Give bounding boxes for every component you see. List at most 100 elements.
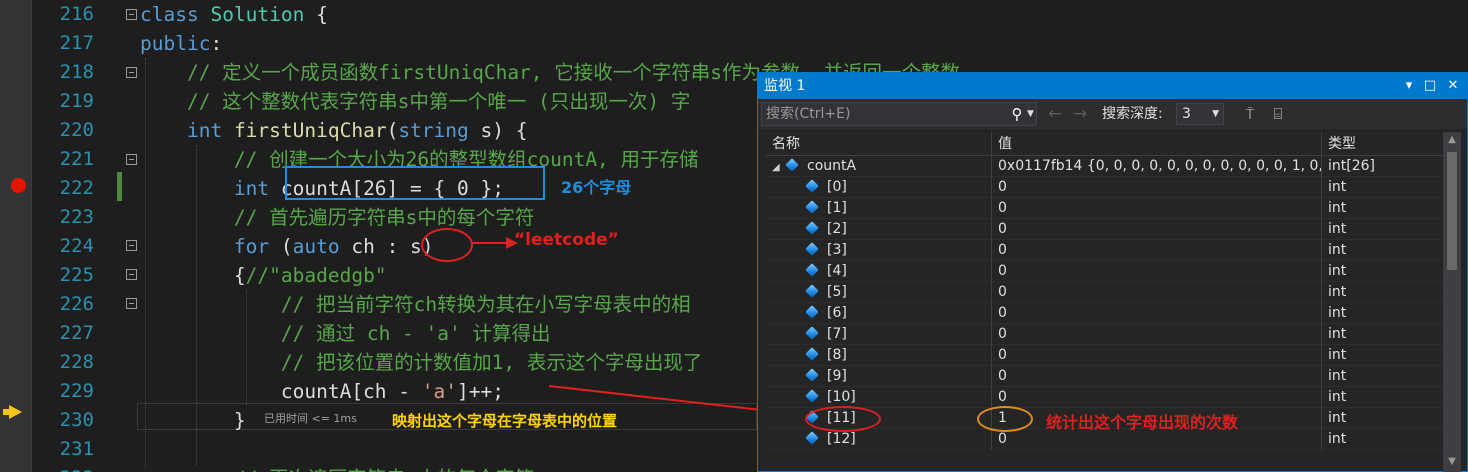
watch-value-cell[interactable]: 0 xyxy=(991,387,1321,408)
watch-name-cell[interactable]: [6] xyxy=(766,303,991,324)
code-text: for (auto ch : s) xyxy=(140,232,434,261)
s-circle-annotation xyxy=(421,228,473,262)
variable-icon xyxy=(805,200,819,214)
code-text: } xyxy=(140,406,246,435)
watch-type-cell: int xyxy=(1321,387,1443,408)
watch-type-cell: int xyxy=(1321,282,1443,303)
watch-value-cell[interactable]: 0 xyxy=(991,240,1321,261)
watch-row[interactable]: [7] 0 int xyxy=(766,324,1443,345)
watch-name-cell[interactable]: [3] xyxy=(766,240,991,261)
line-number: 227 xyxy=(59,322,94,344)
fold-toggle-icon[interactable] xyxy=(126,154,137,165)
watch-row[interactable]: [1] 0 int xyxy=(766,198,1443,219)
column-header-value[interactable]: 值 xyxy=(991,132,1321,156)
watch-row[interactable]: [10] 0 int xyxy=(766,387,1443,408)
expand-icon[interactable]: ◢ xyxy=(772,157,786,177)
fold-toggle-icon[interactable] xyxy=(126,298,137,309)
code-token: int xyxy=(186,119,234,142)
tab-icon[interactable]: ⌸ xyxy=(1268,104,1288,124)
watch-type-cell: int xyxy=(1321,177,1443,198)
watch-row[interactable]: [5] 0 int xyxy=(766,282,1443,303)
code-token: public xyxy=(140,32,211,55)
maximize-icon[interactable]: □ xyxy=(1419,73,1441,99)
watch-name-cell[interactable]: [5] xyxy=(766,282,991,303)
variable-icon xyxy=(805,431,819,445)
watch-row[interactable]: ◢ countA 0x0117fb14 {0, 0, 0, 0, 0, 0, 0, … xyxy=(766,156,1443,177)
code-text: countA[ch - 'a']++; xyxy=(140,377,504,406)
watch-value-cell[interactable]: 0 xyxy=(991,282,1321,303)
code-text: public: xyxy=(140,29,222,58)
code-token: class xyxy=(140,3,211,26)
line-number: 223 xyxy=(59,206,94,228)
watch-value-cell[interactable]: 0 xyxy=(991,366,1321,387)
watch-value-cell[interactable]: 0 xyxy=(991,303,1321,324)
search-depth-select[interactable]: 3 ▼ xyxy=(1176,103,1224,125)
watch-row[interactable]: [6] 0 int xyxy=(766,303,1443,324)
watch-value-cell[interactable]: 0 xyxy=(991,177,1321,198)
watch-row[interactable]: [3] 0 int xyxy=(766,240,1443,261)
watch-row[interactable]: [2] 0 int xyxy=(766,219,1443,240)
code-line[interactable]: 216 class Solution { xyxy=(0,0,1468,29)
watch-name-cell[interactable]: [8] xyxy=(766,345,991,366)
watch-value-cell[interactable]: 0 xyxy=(991,324,1321,345)
watch-name-cell[interactable]: [9] xyxy=(766,366,991,387)
scroll-thumb[interactable] xyxy=(1447,152,1457,270)
search-icon[interactable]: ⚲ xyxy=(1008,103,1026,125)
fold-toggle-icon[interactable] xyxy=(126,67,137,78)
column-header-name[interactable]: 名称 xyxy=(766,132,991,156)
forward-arrow-icon[interactable]: → xyxy=(1073,102,1087,126)
line-number: 226 xyxy=(59,293,94,315)
fold-toggle-icon[interactable] xyxy=(126,9,137,20)
fold-toggle-icon[interactable] xyxy=(126,269,137,280)
column-header-type[interactable]: 类型 xyxy=(1321,132,1443,156)
watch-value-cell[interactable]: 0x0117fb14 {0, 0, 0, 0, 0, 0, 0, 0, 0, 0… xyxy=(991,156,1321,177)
watch-value-cell[interactable]: 0 xyxy=(991,261,1321,282)
line-number: 229 xyxy=(59,380,94,402)
code-line[interactable]: 217 public: xyxy=(0,29,1468,58)
pin-icon[interactable]: ⍑ xyxy=(1240,104,1260,124)
code-token: for xyxy=(233,235,270,258)
watch-title-bar[interactable]: 监视 1 ▾ □ ✕ xyxy=(758,73,1467,99)
code-token: auto xyxy=(292,235,340,258)
watch-name-cell[interactable]: [0] xyxy=(766,177,991,198)
watch-row[interactable]: [0] 0 int xyxy=(766,177,1443,198)
watch-value-cell[interactable]: 0 xyxy=(991,219,1321,240)
code-token: // 这个整数代表字符串s中第一个唯一 (只出现一次) 字 xyxy=(140,90,691,113)
code-token: { xyxy=(140,264,246,287)
code-token: //"abadedgb" xyxy=(245,264,387,287)
watch-row[interactable]: [4] 0 int xyxy=(766,261,1443,282)
watch-type-cell: int xyxy=(1321,429,1443,450)
watch-name-cell[interactable]: [7] xyxy=(766,324,991,345)
close-icon[interactable]: ✕ xyxy=(1442,73,1464,99)
watch-name: [0] xyxy=(827,179,847,195)
watch-value-cell[interactable]: 0 xyxy=(991,198,1321,219)
scroll-down-icon[interactable]: ▼ xyxy=(1446,456,1458,467)
scroll-up-icon[interactable]: ▲ xyxy=(1446,134,1458,145)
back-arrow-icon[interactable]: ← xyxy=(1048,102,1062,126)
watch-name-cell[interactable]: [10] xyxy=(766,387,991,408)
watch-name-cell[interactable]: [12] xyxy=(766,429,991,450)
watch-name: [5] xyxy=(827,284,847,300)
watch-name-cell[interactable]: [2] xyxy=(766,219,991,240)
search-input[interactable]: 搜索(Ctrl+E) ⚲ ▼ xyxy=(761,102,1037,126)
watch-name: [9] xyxy=(827,368,847,384)
watch-name-cell[interactable]: [4] xyxy=(766,261,991,282)
dropdown-icon[interactable]: ▾ xyxy=(1398,73,1420,99)
line-number: 225 xyxy=(59,264,94,286)
watch-value-cell[interactable]: 0 xyxy=(991,345,1321,366)
watch-name-cell[interactable]: ◢ countA xyxy=(766,156,991,177)
variable-icon xyxy=(805,242,819,256)
vertical-scrollbar[interactable]: ▲ ▼ xyxy=(1443,132,1461,472)
code-token: int xyxy=(233,177,281,200)
watch-row[interactable]: [8] 0 int xyxy=(766,345,1443,366)
line-number: 218 xyxy=(59,61,94,83)
code-token: // 把该位置的计数值加1, 表示这个字母出现了 xyxy=(140,351,703,374)
watch-row[interactable]: [9] 0 int xyxy=(766,366,1443,387)
watch-name: [2] xyxy=(827,221,847,237)
fold-toggle-icon[interactable] xyxy=(126,240,137,251)
chevron-down-icon[interactable]: ▼ xyxy=(1027,103,1037,125)
watch-name-cell[interactable]: [1] xyxy=(766,198,991,219)
arrow-annotation xyxy=(472,237,518,249)
code-text: class Solution { xyxy=(140,0,328,29)
